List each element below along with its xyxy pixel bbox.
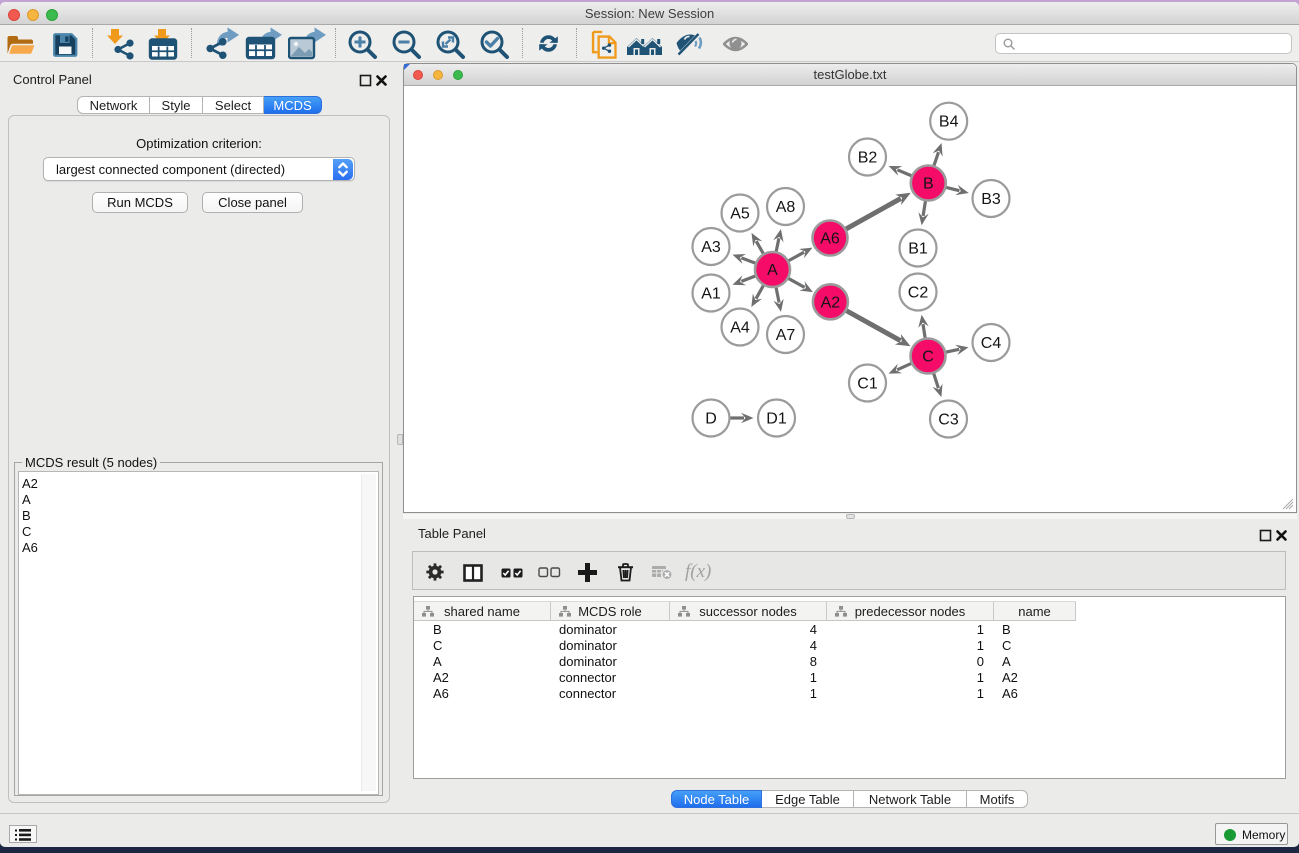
svg-text:D1: D1	[766, 410, 787, 427]
svg-text:B1: B1	[908, 240, 928, 257]
svg-text:A5: A5	[730, 205, 750, 222]
svg-text:C2: C2	[908, 284, 929, 301]
svg-text:A8: A8	[776, 199, 796, 216]
svg-text:B4: B4	[939, 113, 959, 130]
svg-text:B: B	[923, 175, 934, 192]
svg-text:C4: C4	[981, 335, 1002, 352]
svg-text:A3: A3	[701, 239, 721, 256]
svg-text:C3: C3	[938, 411, 959, 428]
svg-text:C: C	[922, 348, 934, 365]
svg-text:A1: A1	[701, 285, 721, 302]
svg-text:A2: A2	[821, 294, 841, 311]
svg-text:A: A	[767, 262, 778, 279]
svg-text:C1: C1	[857, 375, 878, 392]
svg-text:D: D	[705, 410, 717, 427]
svg-text:B2: B2	[858, 149, 878, 166]
svg-text:B3: B3	[981, 191, 1001, 208]
svg-text:A7: A7	[776, 327, 796, 344]
svg-text:A4: A4	[730, 319, 750, 336]
svg-text:A6: A6	[820, 230, 840, 247]
